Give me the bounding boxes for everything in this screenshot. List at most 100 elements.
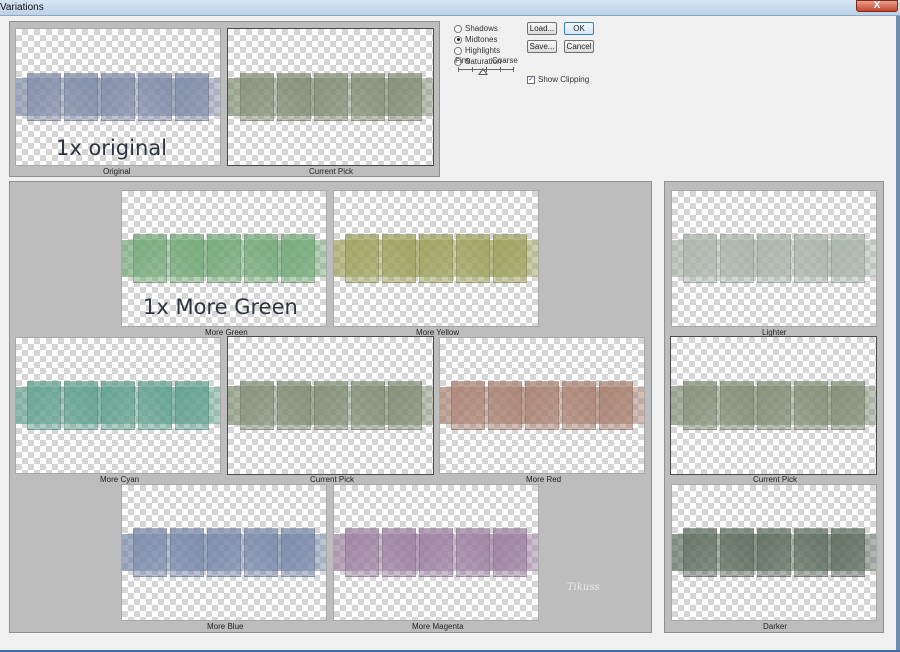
more-yellow-thumbnail[interactable] xyxy=(333,190,539,327)
image-tile xyxy=(313,72,348,122)
more-red-caption: More Red xyxy=(526,475,562,484)
image-tile xyxy=(280,528,315,577)
more-cyan-thumbnail[interactable] xyxy=(15,337,221,474)
image-tile xyxy=(492,234,527,283)
close-button[interactable]: X xyxy=(856,0,898,12)
image-tiles xyxy=(440,381,644,430)
image-tile xyxy=(27,381,62,430)
image-tiles xyxy=(16,72,220,122)
current-pick-thumbnail[interactable] xyxy=(227,28,434,166)
image-tile xyxy=(756,234,791,283)
image-tile xyxy=(830,380,865,431)
option-label: Shadows xyxy=(465,24,498,33)
fine-label: Fine xyxy=(455,56,471,65)
slider-tick xyxy=(458,67,459,72)
image-tile xyxy=(170,528,205,577)
image-tile xyxy=(382,234,417,283)
image-tile xyxy=(350,380,385,431)
image-tile xyxy=(313,380,348,431)
image-tile xyxy=(243,234,278,283)
image-tiles xyxy=(16,381,220,430)
watermark-signature: Tikuss xyxy=(567,582,600,593)
image-tiles xyxy=(334,234,538,283)
original-overlay-text: 1x original xyxy=(56,136,167,160)
image-tile xyxy=(720,234,755,283)
image-tile xyxy=(133,528,168,577)
option-midtones[interactable]: Midtones xyxy=(454,35,497,44)
image-tile xyxy=(387,380,422,431)
checkbox-icon: ✓ xyxy=(527,75,535,84)
image-tile xyxy=(345,528,380,577)
image-tile xyxy=(174,381,209,430)
darker-caption: Darker xyxy=(763,622,788,631)
lighter-thumbnail[interactable] xyxy=(671,190,877,327)
center-current-pick-caption: Current Pick xyxy=(310,475,355,484)
image-tile xyxy=(64,381,99,430)
image-tile xyxy=(418,234,453,283)
load-button[interactable]: Load... xyxy=(527,22,557,35)
image-tile xyxy=(100,72,135,122)
image-tile xyxy=(682,380,717,431)
image-tile xyxy=(387,72,422,122)
show-clipping-checkbox[interactable]: ✓ Show Clipping xyxy=(527,75,589,84)
image-tile xyxy=(488,381,523,430)
cancel-button[interactable]: Cancel xyxy=(564,40,594,53)
image-tiles xyxy=(671,380,876,431)
image-tiles xyxy=(228,380,433,431)
title-bar: Variations X xyxy=(0,0,900,16)
more-cyan-caption: More Cyan xyxy=(100,475,140,484)
image-tile xyxy=(830,234,865,283)
image-tile xyxy=(239,380,274,431)
image-tile xyxy=(719,380,754,431)
more-red-thumbnail[interactable] xyxy=(439,337,645,474)
save-button[interactable]: Save... xyxy=(527,40,557,53)
image-tile xyxy=(793,234,828,283)
image-tile xyxy=(683,528,718,577)
option-highlights[interactable]: Highlights xyxy=(454,46,500,55)
image-tiles xyxy=(672,528,876,577)
option-shadows[interactable]: Shadows xyxy=(454,24,498,33)
image-tile xyxy=(350,72,385,122)
image-tile xyxy=(683,234,718,283)
image-tile xyxy=(276,380,311,431)
image-tile xyxy=(137,381,172,430)
more-magenta-thumbnail[interactable] xyxy=(333,484,539,621)
image-tiles xyxy=(672,234,876,283)
image-tile xyxy=(133,234,168,283)
close-icon: X xyxy=(873,0,881,11)
image-tile xyxy=(451,381,486,430)
image-tiles xyxy=(334,528,538,577)
image-tile xyxy=(239,72,274,122)
image-tile xyxy=(492,528,527,577)
center-current-pick-thumbnail[interactable] xyxy=(227,336,434,475)
image-tiles xyxy=(122,528,326,577)
image-tile xyxy=(206,528,241,577)
option-label: Midtones xyxy=(465,35,498,44)
image-tile xyxy=(455,234,490,283)
image-tile xyxy=(243,528,278,577)
radio-icon xyxy=(454,35,462,44)
slider-thumb-icon[interactable] xyxy=(478,68,488,75)
image-tile xyxy=(276,72,311,122)
green-overlay-text: 1x More Green xyxy=(143,295,298,319)
darker-thumbnail[interactable] xyxy=(671,484,877,621)
image-tile xyxy=(137,72,172,122)
image-tile xyxy=(793,528,828,577)
image-tile xyxy=(756,380,791,431)
image-tile xyxy=(524,381,559,430)
slider-tick xyxy=(513,67,514,72)
more-blue-thumbnail[interactable] xyxy=(121,484,327,621)
slider-tick xyxy=(472,67,473,72)
image-tile xyxy=(382,528,417,577)
image-tiles xyxy=(122,234,326,283)
image-tile xyxy=(756,528,791,577)
ok-button[interactable]: OK xyxy=(564,22,594,35)
more-magenta-caption: More Magenta xyxy=(412,622,464,631)
image-tile xyxy=(170,234,205,283)
image-tile xyxy=(100,381,135,430)
image-tile xyxy=(418,528,453,577)
image-tile xyxy=(561,381,596,430)
brightness-current-pick-thumbnail[interactable] xyxy=(670,336,877,475)
image-tile xyxy=(174,72,209,122)
image-tile xyxy=(206,234,241,283)
